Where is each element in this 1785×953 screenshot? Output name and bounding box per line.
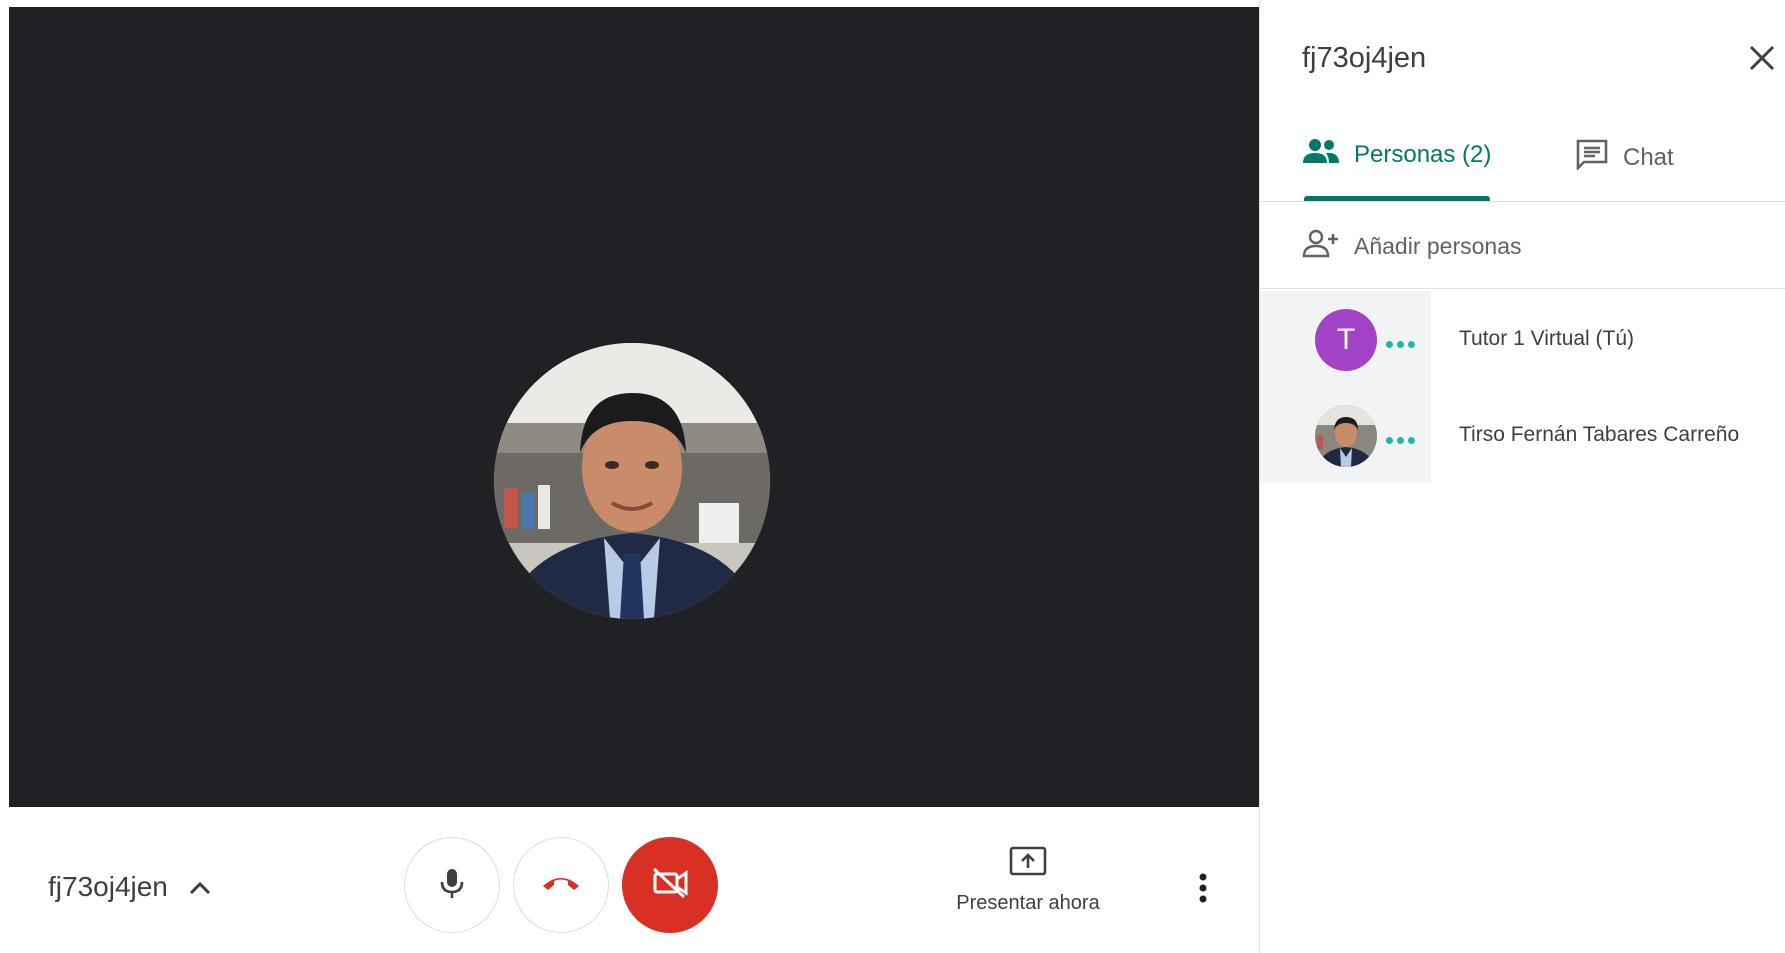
- camera-toggle-button[interactable]: [622, 837, 718, 933]
- participant-row[interactable]: Tirso Fernán Tabares Carreño: [1260, 387, 1785, 483]
- meeting-code-label: fj73oj4jen: [48, 871, 168, 902]
- participant-name: Tutor 1 Virtual (Tú): [1459, 327, 1635, 350]
- videocam-off-icon: [650, 866, 690, 905]
- audio-indicator-icon: [1386, 437, 1415, 444]
- avatar-initial: T: [1336, 323, 1356, 356]
- panel-title: fj73oj4jen: [1302, 42, 1427, 74]
- person-add-icon: [1302, 228, 1342, 264]
- people-icon: [1302, 138, 1340, 171]
- meeting-details-toggle[interactable]: fj73oj4jen: [48, 871, 212, 903]
- add-people-button[interactable]: Añadir personas: [1302, 228, 1522, 264]
- tabs-divider: [1260, 201, 1785, 202]
- participants-divider: [1260, 288, 1785, 289]
- present-now-button[interactable]: Presentar ahora: [943, 845, 1113, 925]
- participant-photo: [494, 343, 770, 619]
- add-people-label: Añadir personas: [1354, 232, 1522, 259]
- control-bar: fj73oj4jen Presentar ahora: [9, 807, 1259, 953]
- tab-chat[interactable]: Chat: [1575, 138, 1674, 177]
- present-to-all-icon: [1008, 845, 1048, 882]
- participant-name: Tirso Fernán Tabares Carreño: [1459, 423, 1740, 446]
- participant-avatar-area: T: [1260, 291, 1431, 387]
- side-panel: fj73oj4jen Personas (2) Chat Añadir pers…: [1259, 0, 1785, 953]
- mic-icon: [439, 867, 465, 904]
- more-options-button[interactable]: [1188, 868, 1218, 912]
- avatar: T: [1315, 309, 1377, 371]
- video-stage: [9, 7, 1259, 807]
- more-vert-icon: [1199, 873, 1207, 908]
- participant-avatar-area: [1260, 387, 1431, 483]
- leave-call-button[interactable]: [513, 837, 609, 933]
- tab-people[interactable]: Personas (2): [1302, 138, 1491, 171]
- present-now-label: Presentar ahora: [956, 892, 1100, 914]
- participant-row[interactable]: T Tutor 1 Virtual (Tú): [1260, 291, 1785, 387]
- avatar: [1315, 405, 1377, 467]
- tab-people-label: Personas (2): [1354, 140, 1492, 168]
- audio-indicator-icon: [1386, 341, 1415, 348]
- call-end-icon: [541, 874, 581, 897]
- chat-icon: [1575, 138, 1609, 177]
- close-panel-button[interactable]: [1748, 44, 1776, 72]
- close-icon: [1748, 45, 1776, 76]
- tab-chat-label: Chat: [1623, 143, 1674, 171]
- microphone-button[interactable]: [404, 837, 500, 933]
- chevron-up-icon: [188, 871, 212, 903]
